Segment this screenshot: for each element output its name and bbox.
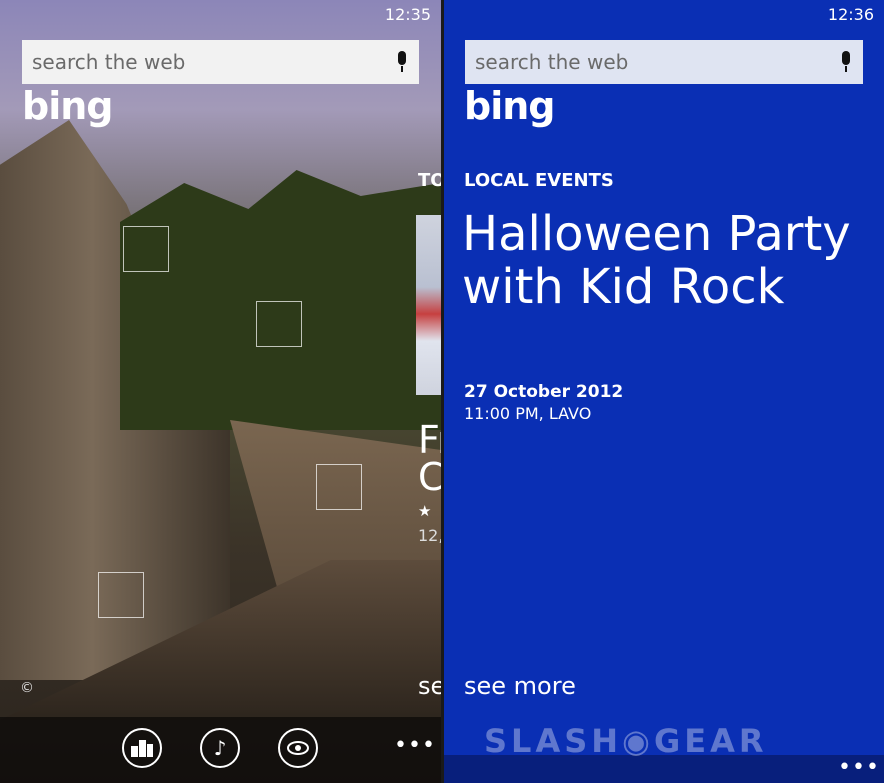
- status-clock: 12:35: [384, 5, 431, 24]
- app-bar: ♪ •••: [0, 717, 441, 783]
- local-scout-button[interactable]: [122, 728, 162, 768]
- search-box[interactable]: search the web: [22, 40, 419, 84]
- search-box[interactable]: search the web: [465, 40, 863, 84]
- event-time-place: 11:00 PM, LAVO: [464, 404, 592, 423]
- watermark-logo: SLASH◉GEAR: [484, 722, 768, 760]
- microphone-icon[interactable]: [395, 51, 409, 73]
- peek-title-line2: C: [418, 455, 441, 499]
- more-options-button[interactable]: •••: [394, 733, 436, 758]
- event-date: 27 October 2012: [464, 382, 624, 402]
- right-phone-screen: 12:36 search the web bing LOCAL EVENTS H…: [444, 0, 884, 783]
- music-icon: ♪: [213, 736, 227, 760]
- search-placeholder: search the web: [32, 50, 186, 74]
- see-more-link[interactable]: see more: [464, 672, 576, 700]
- copyright-icon[interactable]: ©: [20, 680, 34, 696]
- vision-button[interactable]: [278, 728, 318, 768]
- search-placeholder: search the web: [475, 50, 629, 74]
- bing-logo: bing: [22, 84, 113, 128]
- left-phone-screen: 12:35 search the web bing TO Fr C ★ 12, …: [0, 0, 441, 783]
- event-title[interactable]: Halloween Party with Kid Rock: [462, 208, 862, 314]
- section-label: LOCAL EVENTS: [464, 170, 614, 191]
- trees-scenery: [120, 170, 441, 430]
- hotspot-square[interactable]: [256, 301, 302, 347]
- hotspot-square[interactable]: [123, 226, 169, 272]
- microphone-icon[interactable]: [839, 51, 853, 73]
- eye-icon: [287, 741, 309, 755]
- hotspot-square[interactable]: [98, 572, 144, 618]
- peek-rating: ★: [418, 502, 432, 520]
- bing-logo: bing: [464, 84, 555, 128]
- music-button[interactable]: ♪: [200, 728, 240, 768]
- peek-see-more[interactable]: se: [418, 672, 441, 700]
- more-options-button[interactable]: •••: [838, 755, 880, 780]
- hotspot-square[interactable]: [316, 464, 362, 510]
- peek-subtext: 12,: [418, 526, 441, 545]
- local-scout-icon: [131, 740, 153, 757]
- peek-heading: TO: [418, 170, 441, 191]
- status-clock: 12:36: [827, 5, 874, 24]
- peek-image[interactable]: [416, 215, 441, 395]
